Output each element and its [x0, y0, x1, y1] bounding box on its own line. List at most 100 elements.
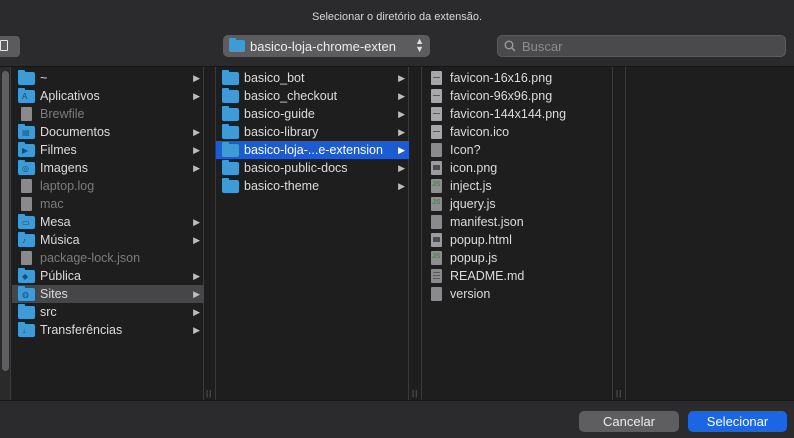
- document-icon: JS: [431, 197, 442, 211]
- folder-icon: ♪: [18, 232, 35, 247]
- document-icon: [431, 107, 442, 121]
- list-item[interactable]: src ▶: [12, 303, 204, 321]
- folder-icon: [222, 160, 239, 175]
- list-item[interactable]: favicon-16x16.png: [422, 69, 613, 87]
- doc-line: [433, 272, 440, 273]
- list-item[interactable]: ↓ Transferências ▶: [12, 321, 204, 339]
- new-folder-button[interactable]: [0, 36, 20, 57]
- list-item[interactable]: laptop.log: [12, 177, 204, 195]
- list-item-label: Documentos: [40, 125, 111, 139]
- chevron-right-icon: ▶: [193, 306, 200, 317]
- list-item-label: Mesa: [40, 215, 71, 229]
- document-icon: [428, 143, 445, 157]
- column-sites: basico_bot ▶ basico_checkout ▶ basico-guide ▶…: [216, 67, 409, 401]
- list-item-label: basico_checkout: [244, 89, 338, 103]
- chevron-right-icon: ▶: [398, 180, 405, 191]
- path-popup-button[interactable]: basico-loja-chrome-exten ▲ ▼: [223, 35, 430, 57]
- select-button[interactable]: Selecionar: [688, 411, 787, 432]
- search-icon: [504, 40, 516, 52]
- folder-icon: [222, 88, 239, 103]
- folder-shape: ◎: [18, 160, 35, 175]
- list-item[interactable]: basico-loja-...e-extension ▶: [216, 141, 409, 159]
- list-item[interactable]: basico-theme ▶: [216, 177, 409, 195]
- chevron-right-icon: ▶: [193, 324, 200, 335]
- list-item[interactable]: ♪ Música ▶: [12, 231, 204, 249]
- list-item[interactable]: Brewfile: [12, 105, 204, 123]
- document-icon: [431, 233, 442, 247]
- list-item[interactable]: ▭ Mesa ▶: [12, 213, 204, 231]
- list-item[interactable]: basico_checkout ▶: [216, 87, 409, 105]
- list-item[interactable]: README.md: [422, 267, 613, 285]
- list-item[interactable]: basico-library ▶: [216, 123, 409, 141]
- list-item-label: basico-loja-...e-extension: [244, 143, 383, 157]
- new-folder-icon: [0, 40, 8, 51]
- list-item[interactable]: basico-public-docs ▶: [216, 159, 409, 177]
- list-item[interactable]: version: [422, 285, 613, 303]
- document-icon: [21, 107, 32, 121]
- list-item[interactable]: Icon?: [422, 141, 613, 159]
- doc-line: [433, 278, 440, 279]
- folder-icon: [222, 142, 239, 157]
- column-resize-handle[interactable]: ||: [409, 67, 422, 401]
- list-item-label: mac: [40, 197, 64, 211]
- list-item[interactable]: ◍ Sites ▶: [12, 285, 204, 303]
- column-empty: [626, 67, 794, 401]
- list-item[interactable]: ~ ▶: [12, 69, 204, 87]
- folder-shape: ↓: [18, 322, 35, 337]
- text-file-icon: [428, 269, 445, 283]
- list-item[interactable]: mac: [12, 195, 204, 213]
- column-extension: favicon-16x16.png favicon-96x96.png favico…: [422, 67, 613, 401]
- png-file-icon: [428, 107, 445, 121]
- list-item[interactable]: ▤ Documentos ▶: [12, 123, 204, 141]
- column-browser: ~ ▶ A Aplicativos ▶ Brewfile ▤ Documentos ▶ ▶ Film…: [0, 66, 794, 401]
- folder-badge-icon: ▤: [22, 128, 30, 137]
- folder-icon: ▤: [18, 124, 35, 139]
- list-item[interactable]: favicon-144x144.png: [422, 105, 613, 123]
- folder-shape: [18, 70, 35, 85]
- document-icon: [431, 143, 442, 157]
- image-file-icon: [428, 233, 445, 247]
- folder-icon: [222, 124, 239, 139]
- folder-icon: ◍: [18, 286, 35, 301]
- cancel-button[interactable]: Cancelar: [579, 411, 679, 432]
- folder-icon: A: [18, 88, 35, 103]
- png-file-icon: [428, 89, 445, 103]
- document-icon: [431, 269, 442, 283]
- chevron-right-icon: ▶: [193, 90, 200, 101]
- document-icon: [21, 179, 32, 193]
- list-item[interactable]: popup.html: [422, 231, 613, 249]
- list-item[interactable]: basico-guide ▶: [216, 105, 409, 123]
- dialog-footer: Cancelar Selecionar: [0, 400, 794, 438]
- javascript-file-icon: JS: [428, 251, 445, 265]
- dialog-title: Selecionar o diretório da extensão.: [312, 11, 482, 23]
- column-resize-handle[interactable]: ||: [204, 67, 216, 401]
- list-item[interactable]: manifest.json: [422, 213, 613, 231]
- folder-shape: [18, 304, 35, 319]
- document-icon: [428, 287, 445, 301]
- list-item[interactable]: icon.png: [422, 159, 613, 177]
- folder-icon: ▶: [18, 142, 35, 157]
- column-resize-handle[interactable]: ||: [613, 67, 626, 401]
- folder-shape: ◍: [18, 286, 35, 301]
- list-item[interactable]: JS inject.js: [422, 177, 613, 195]
- doc-line: [433, 275, 440, 276]
- search-input[interactable]: [522, 38, 762, 54]
- list-item[interactable]: basico_bot ▶: [216, 69, 409, 87]
- list-item[interactable]: ◆ Pública ▶: [12, 267, 204, 285]
- folder-shape: [222, 160, 239, 175]
- folder-shape: ▶: [18, 142, 35, 157]
- list-item[interactable]: ◎ Imagens ▶: [12, 159, 204, 177]
- list-item[interactable]: favicon-96x96.png: [422, 87, 613, 105]
- search-field[interactable]: [497, 35, 786, 57]
- list-item[interactable]: JS jquery.js: [422, 195, 613, 213]
- js-glyph: JS: [432, 181, 441, 188]
- folder-badge-icon: ◎: [22, 164, 29, 173]
- list-item-label: README.md: [450, 269, 525, 283]
- list-item[interactable]: A Aplicativos ▶: [12, 87, 204, 105]
- folder-badge-icon: ↓: [22, 326, 26, 335]
- list-item[interactable]: JS popup.js: [422, 249, 613, 267]
- list-item[interactable]: favicon.ico: [422, 123, 613, 141]
- folder-shape: [222, 70, 239, 85]
- list-item[interactable]: ▶ Filmes ▶: [12, 141, 204, 159]
- list-item[interactable]: package-lock.json: [12, 249, 204, 267]
